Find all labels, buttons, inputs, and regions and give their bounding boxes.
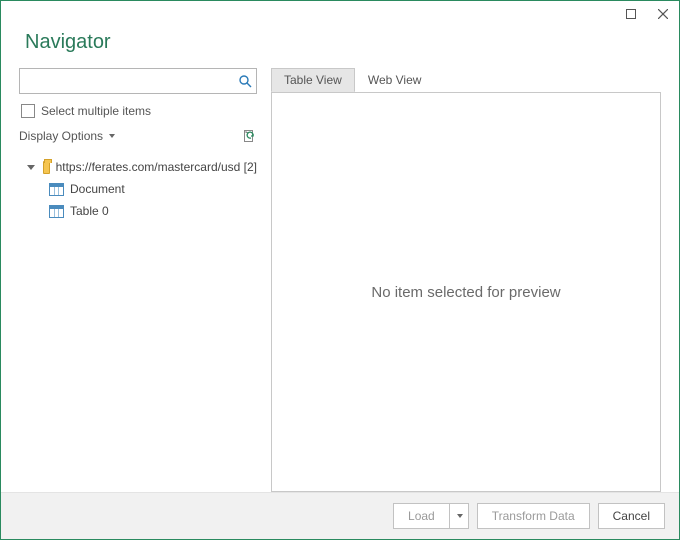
load-button[interactable]: Load xyxy=(393,503,449,529)
view-tabs: Table View Web View xyxy=(271,68,661,92)
preview-empty-message: No item selected for preview xyxy=(371,284,560,301)
close-icon xyxy=(658,9,668,19)
tree-root-label: https://ferates.com/mastercard/usd [2] xyxy=(56,160,257,174)
load-split-button: Load xyxy=(393,503,469,529)
dialog-title: Navigator xyxy=(25,31,661,54)
display-options-dropdown[interactable]: Display Options xyxy=(19,129,115,143)
display-options-row: Display Options xyxy=(19,128,257,144)
tree-item-label: Document xyxy=(70,182,125,196)
select-multiple-label: Select multiple items xyxy=(41,104,151,118)
tab-table-view[interactable]: Table View xyxy=(271,68,355,92)
transform-data-button[interactable]: Transform Data xyxy=(477,503,590,529)
chevron-down-icon xyxy=(109,134,115,138)
refresh-icon xyxy=(242,129,256,143)
search-input[interactable] xyxy=(24,72,238,90)
main-area: Select multiple items Display Options xyxy=(19,68,661,492)
tree-item-document[interactable]: Document xyxy=(19,178,257,200)
chevron-down-icon xyxy=(457,514,463,518)
right-panel: Table View Web View No item selected for… xyxy=(271,68,661,492)
titlebar xyxy=(1,1,679,27)
table-icon xyxy=(49,183,64,196)
cancel-button[interactable]: Cancel xyxy=(598,503,665,529)
preview-pane: No item selected for preview xyxy=(271,92,661,492)
nav-tree: https://ferates.com/mastercard/usd [2] D… xyxy=(19,156,257,222)
content-area: Navigator Select multiple items Display … xyxy=(1,27,679,492)
load-dropdown-button[interactable] xyxy=(449,503,469,529)
select-multiple-row[interactable]: Select multiple items xyxy=(21,104,255,118)
tree-root[interactable]: https://ferates.com/mastercard/usd [2] xyxy=(19,156,257,178)
select-multiple-checkbox[interactable] xyxy=(21,104,35,118)
left-panel: Select multiple items Display Options xyxy=(19,68,257,492)
navigator-dialog: Navigator Select multiple items Display … xyxy=(0,0,680,540)
tree-item-label: Table 0 xyxy=(70,204,109,218)
folder-icon xyxy=(43,161,50,174)
tab-web-view[interactable]: Web View xyxy=(355,68,435,92)
search-box[interactable] xyxy=(19,68,257,94)
display-options-label: Display Options xyxy=(19,129,103,143)
refresh-button[interactable] xyxy=(241,128,257,144)
tree-item-table0[interactable]: Table 0 xyxy=(19,200,257,222)
table-icon xyxy=(49,205,64,218)
search-icon xyxy=(238,74,252,88)
dialog-footer: Load Transform Data Cancel xyxy=(1,492,679,539)
close-button[interactable] xyxy=(653,4,673,24)
maximize-button[interactable] xyxy=(621,4,641,24)
expander-icon[interactable] xyxy=(27,165,35,170)
maximize-icon xyxy=(626,9,636,19)
